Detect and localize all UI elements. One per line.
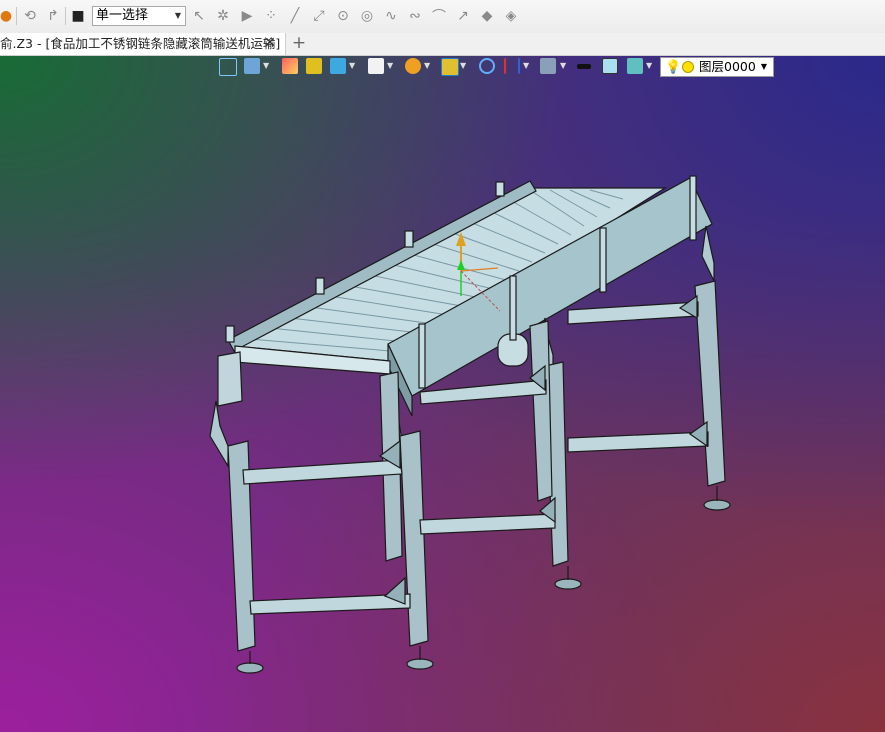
redo-icon[interactable]: ↱ xyxy=(43,6,63,26)
line-icon[interactable]: ╱ xyxy=(285,6,305,26)
point-snap-icon[interactable]: ⁘ xyxy=(261,6,281,26)
leg-front-right xyxy=(399,430,429,647)
circle-center-icon[interactable]: ⊙ xyxy=(333,6,353,26)
toolbar-separator xyxy=(16,7,17,25)
selection-mode-value: 单一选择 xyxy=(96,8,149,23)
leg-rear-right xyxy=(694,280,726,487)
front-end-plate xyxy=(217,351,243,407)
arc-icon[interactable]: ⌒ xyxy=(429,6,449,26)
line-point-icon[interactable]: ⤢ xyxy=(309,6,329,26)
tangent-line-icon[interactable]: ↗ xyxy=(453,6,473,26)
3d-viewport[interactable]: ▼ ▼ ▼ ▼ ▼ ▼ ▼ ▼ 💡 图层0000 ▼ xyxy=(0,56,885,732)
add-tab-button[interactable]: + xyxy=(290,33,308,55)
app-menu-icon[interactable]: ● xyxy=(0,6,16,26)
circle-icon[interactable]: ◎ xyxy=(357,6,377,26)
solid-icon[interactable]: ◈ xyxy=(501,6,521,26)
document-tabbar: 俞.Z3 - [食品加工不锈钢链条隐藏滚筒输送机运输] ✕ + xyxy=(0,33,885,56)
conveyor-model[interactable] xyxy=(0,56,885,732)
play-icon[interactable]: ▶ xyxy=(237,6,257,26)
document-tab-title: 俞.Z3 - [食品加工不锈钢链条隐藏滚筒输送机运输] xyxy=(0,36,281,51)
pick-cursor-icon[interactable]: ↖ xyxy=(189,6,209,26)
toolbar-separator xyxy=(65,7,66,25)
leg-rear-left xyxy=(529,320,553,502)
curve-icon[interactable]: ∾ xyxy=(405,6,425,26)
surface-icon[interactable]: ◆ xyxy=(477,6,497,26)
document-tab[interactable]: 俞.Z3 - [食品加工不锈钢链条隐藏滚筒输送机运输] xyxy=(0,33,286,55)
chevron-down-icon: ▼ xyxy=(174,11,181,20)
filter-pick-icon[interactable]: ✲ xyxy=(213,6,233,26)
stop-icon[interactable]: ■ xyxy=(68,6,88,26)
close-tab-icon[interactable]: ✕ xyxy=(262,33,278,55)
spline-icon[interactable]: ∿ xyxy=(381,6,401,26)
selection-mode-select[interactable]: 单一选择 ▼ xyxy=(92,6,186,26)
history-icon[interactable]: ⟲ xyxy=(20,6,40,26)
main-toolbar: ● ⟲ ↱ ■ 单一选择 ▼ ↖ ✲ ▶ ⁘ ╱ ⤢ ⊙ ◎ ∿ ∾ ⌒ ↗ ◆… xyxy=(0,0,885,34)
